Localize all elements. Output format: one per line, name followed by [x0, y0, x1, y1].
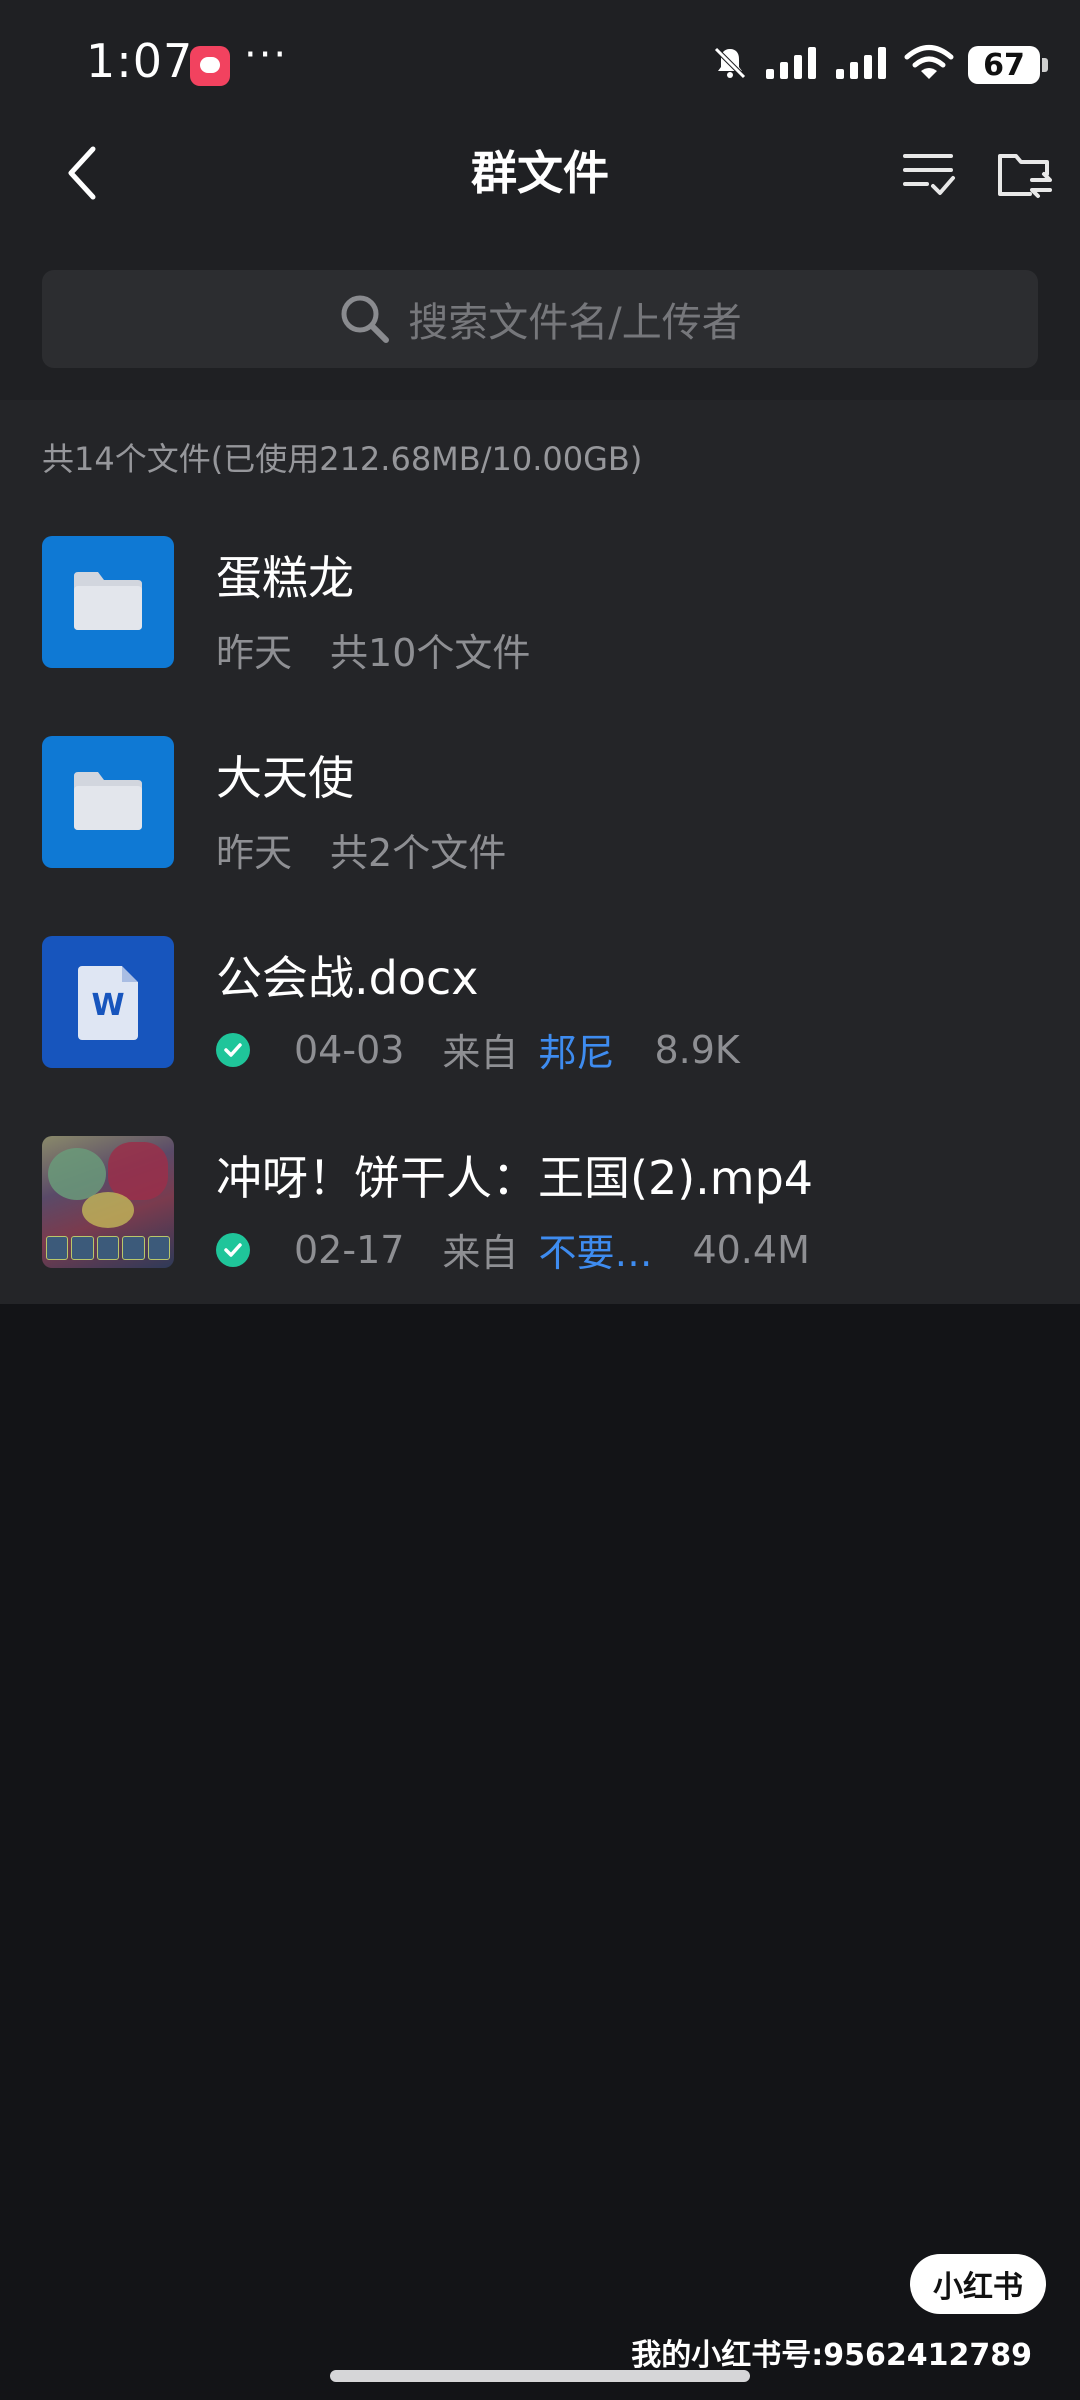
file-count: 共10个文件: [330, 631, 531, 675]
file-count: 共2个文件: [330, 831, 507, 875]
xiaohongshu-notification-icon: [190, 46, 230, 86]
folder-transfer-button[interactable]: [990, 140, 1060, 210]
file-from-label: 来自: [442, 1231, 519, 1275]
file-from-label: 来自: [442, 1031, 519, 1075]
folder-transfer-icon: [998, 154, 1052, 198]
battery-level: 67: [983, 47, 1025, 83]
signal-icon: [764, 45, 820, 85]
status-icons: 67: [710, 40, 1048, 90]
thumb-shape: [48, 1148, 106, 1200]
file-size: 8.9K: [654, 1027, 740, 1072]
word-doc-icon: W: [42, 936, 174, 1068]
folder-icon: [42, 536, 174, 668]
more-notifications-icon: ···: [244, 32, 289, 78]
file-name: 冲呀！饼干人：王国(2).mp4: [216, 1151, 814, 1205]
mute-bell-icon: [710, 43, 750, 87]
file-date: 04-03: [294, 1027, 405, 1072]
thumb-card-strip: [46, 1236, 171, 1260]
list-item-video[interactable]: 冲呀！饼干人：王国(2).mp4 02-17 来自 不要… 40.4M: [0, 1136, 1080, 1306]
status-bar: 1:07 ··· 67: [0, 0, 1080, 128]
file-date: 昨天: [216, 631, 293, 675]
file-name: 大天使: [216, 751, 354, 805]
search-icon: [338, 292, 392, 346]
file-date: 昨天: [216, 831, 293, 875]
word-doc-page: W: [78, 966, 138, 1040]
folder-icon: [42, 736, 174, 868]
file-meta: 昨天 共10个文件: [216, 622, 530, 677]
uploader-link[interactable]: 邦尼: [538, 1022, 614, 1077]
file-meta: 02-17 来自 不要… 40.4M: [216, 1222, 810, 1277]
search-input[interactable]: 搜索文件名/上传者: [42, 270, 1038, 368]
xiaohongshu-logo: 小红书: [910, 2254, 1046, 2314]
home-indicator[interactable]: [330, 2370, 750, 2382]
sort-select-button[interactable]: [894, 140, 964, 210]
video-thumbnail: [42, 1136, 174, 1268]
thumb-shape: [82, 1192, 134, 1228]
status-time: 1:07: [86, 34, 194, 88]
downloaded-check-icon: [216, 1232, 250, 1267]
list-item-docx[interactable]: W 公会战.docx 04-03 来自 邦尼 8.9K: [0, 936, 1080, 1106]
storage-summary: 共14个文件(已使用212.68MB/10.00GB): [42, 440, 643, 478]
file-meta: 昨天 共2个文件: [216, 822, 506, 877]
file-name: 蛋糕龙: [216, 551, 354, 605]
file-date: 02-17: [294, 1227, 405, 1272]
list-item-folder-archangel[interactable]: 大天使 昨天 共2个文件: [0, 736, 1080, 906]
word-letter: W: [91, 988, 125, 1023]
xiaohongshu-id-watermark: 我的小红书号:9562412789: [631, 2338, 1032, 2373]
downloaded-check-icon: [216, 1032, 250, 1067]
thumb-shape: [108, 1142, 168, 1200]
battery-icon: 67: [968, 46, 1048, 84]
list-item-folder-cake-dragon[interactable]: 蛋糕龙 昨天 共10个文件: [0, 536, 1080, 706]
search-placeholder: 搜索文件名/上传者: [408, 300, 742, 346]
file-name: 公会战.docx: [216, 951, 479, 1005]
file-meta: 04-03 来自 邦尼 8.9K: [216, 1022, 740, 1077]
uploader-link[interactable]: 不要…: [538, 1222, 652, 1277]
file-size: 40.4M: [692, 1227, 810, 1272]
nav-header: 群文件: [0, 128, 1080, 220]
signal-icon-2: [834, 45, 890, 85]
sort-check-icon: [903, 154, 955, 195]
wifi-icon: [904, 44, 954, 86]
